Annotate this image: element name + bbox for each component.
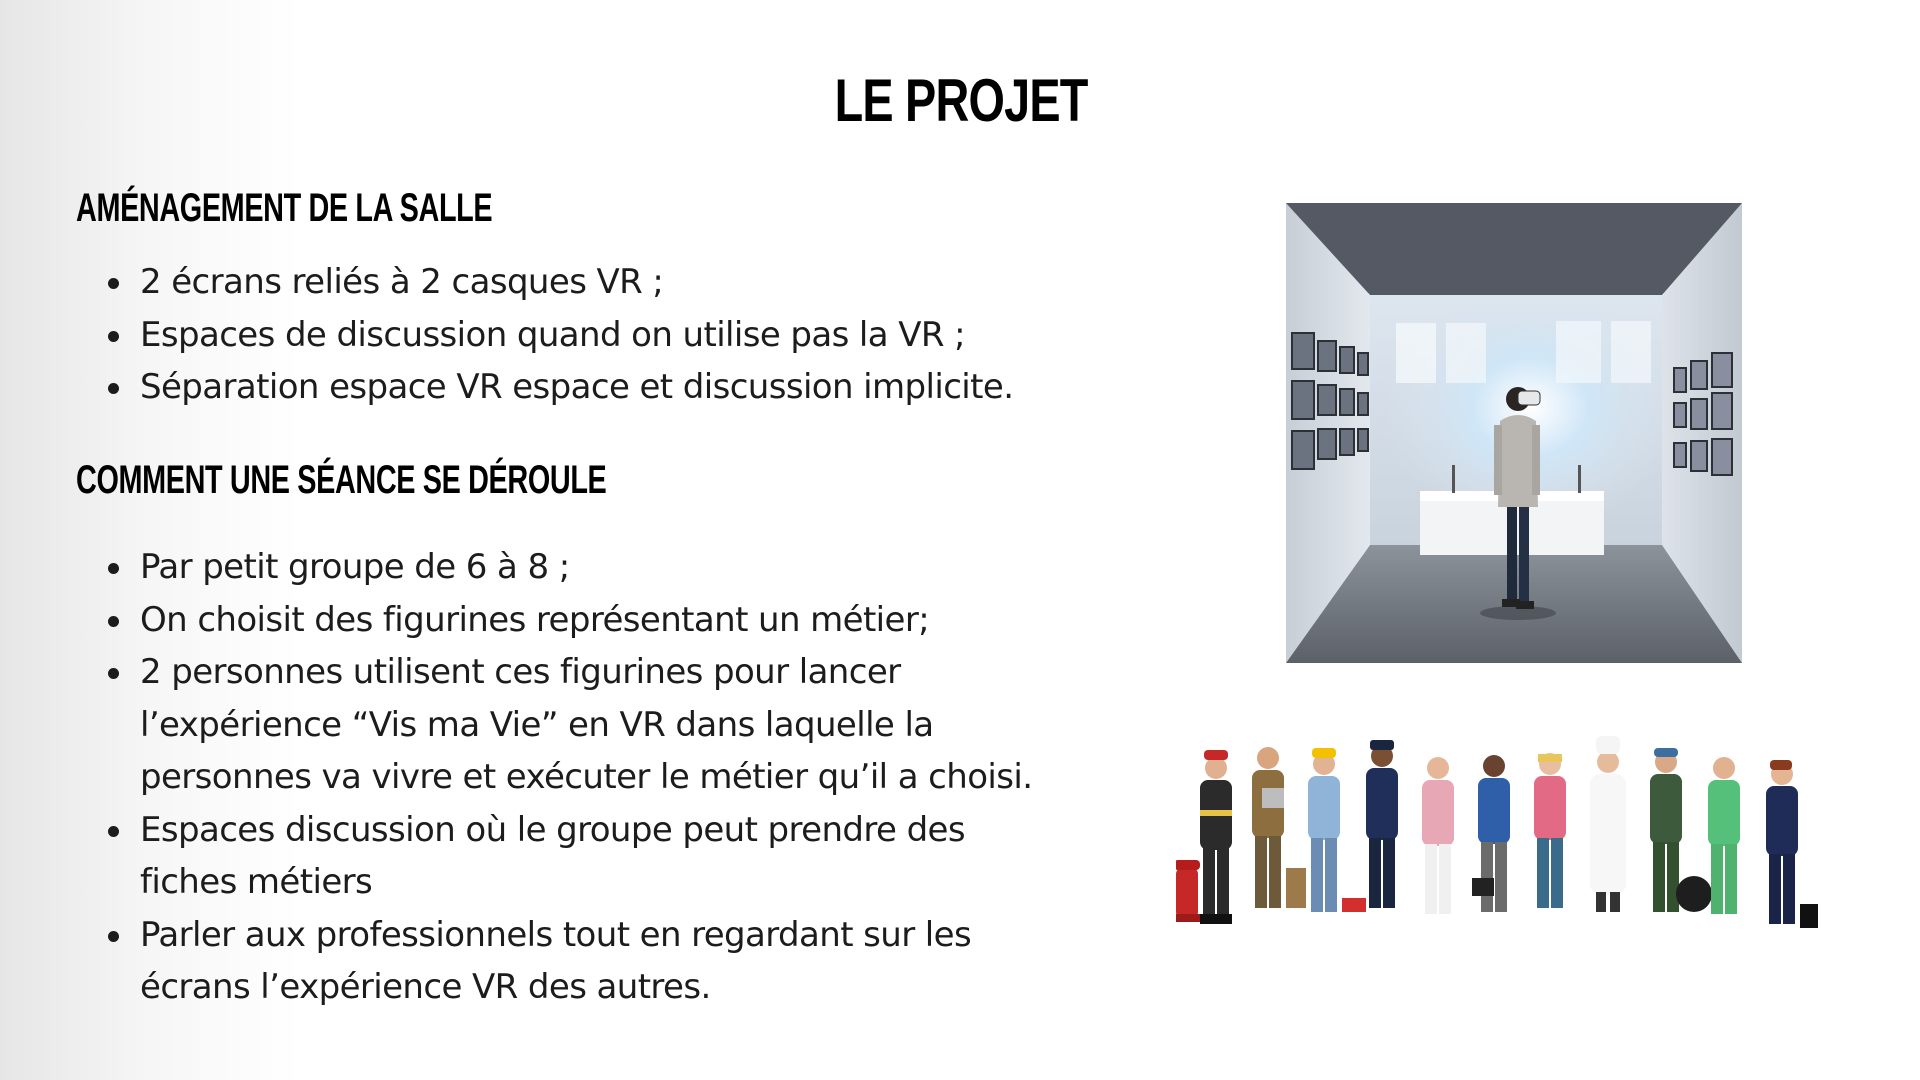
bullet-icon (108, 668, 119, 679)
section-heading-session-flow: COMMENT UNE SÉANCE SE DÉROULE (76, 458, 607, 502)
list-item-text: 2 écrans reliés à 2 casques VR ; (140, 262, 664, 302)
list-item: 2 personnes utilisent ces figurines pour… (108, 646, 1108, 804)
bullet-icon (108, 278, 119, 289)
list-item: On choisit des figurines représentant un… (108, 594, 1108, 647)
list-item-text: Espaces discussion où le groupe peut pre… (140, 809, 966, 850)
section-heading-room-layout: AMÉNAGEMENT DE LA SALLE (76, 186, 493, 230)
list-item: Par petit groupe de 6 à 8 ; (108, 541, 1108, 594)
list-item-text: On choisit des figurines représentant un… (140, 599, 930, 640)
list-item: Espaces discussion où le groupe peut pre… (108, 804, 1108, 909)
list-item-text: Par petit groupe de 6 à 8 ; (140, 547, 570, 587)
bullet-icon (108, 930, 119, 942)
vr-room-image (1286, 203, 1742, 663)
slide-title: LE PROJET (834, 67, 1089, 134)
list-item-text: personnes va vivre et exécuter le métier… (140, 757, 1033, 797)
session-flow-list: Par petit groupe de 6 à 8 ; On choisit d… (108, 541, 1108, 1014)
room-layout-list: 2 écrans reliés à 2 casques VR ; Espaces… (108, 256, 1108, 414)
list-item: Parler aux professionnels tout en regard… (108, 909, 1108, 1014)
list-item: Espaces de discussion quand on utilise p… (108, 309, 1108, 362)
figurines-image (1172, 728, 1856, 958)
list-item-text: Séparation espace VR espace et discussio… (140, 367, 1014, 407)
list-item-text: Parler aux professionnels tout en regard… (140, 914, 972, 955)
list-item: 2 écrans reliés à 2 casques VR ; (108, 256, 1108, 309)
bullet-icon (108, 383, 119, 394)
bullet-icon (108, 330, 119, 342)
list-item-text: Espaces de discussion quand on utilise p… (140, 314, 966, 355)
bullet-icon (108, 825, 119, 837)
list-item-text: écrans l’expérience VR des autres. (140, 967, 711, 1007)
bullet-icon (108, 563, 119, 574)
list-item-text: l’expérience “Vis ma Vie” en VR dans laq… (140, 704, 934, 745)
list-item-text: 2 personnes utilisent ces figurines pour… (140, 652, 901, 692)
bullet-icon (108, 615, 119, 627)
list-item: Séparation espace VR espace et discussio… (108, 361, 1108, 414)
list-item-text: fiches métiers (140, 862, 373, 902)
